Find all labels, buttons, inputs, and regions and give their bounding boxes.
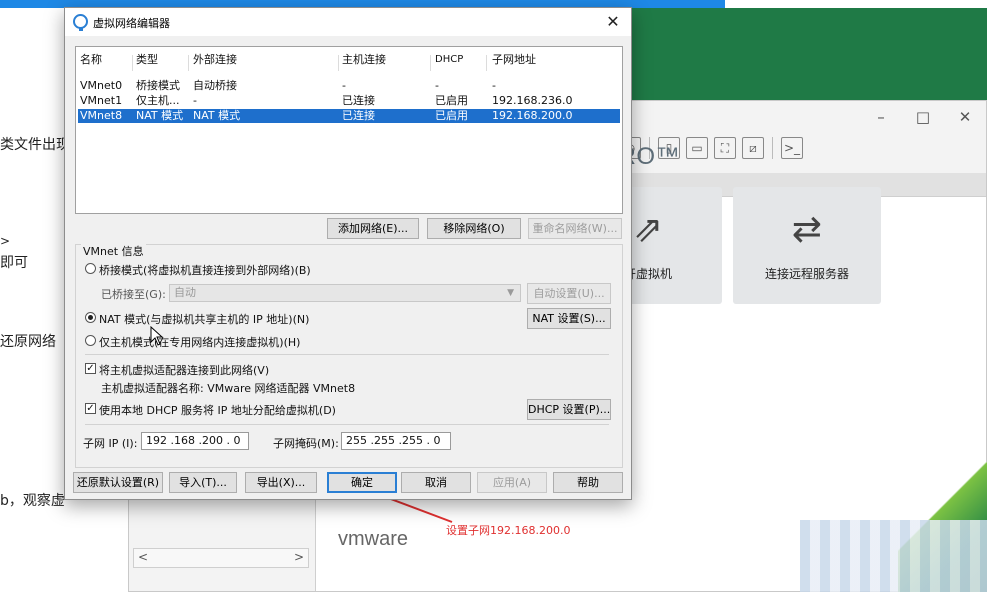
add-network-button[interactable]: 添加网络(E)... xyxy=(327,218,419,239)
row-subnet: - xyxy=(492,79,496,92)
nat-mode-label[interactable]: NAT 模式(与虚拟机共享主机的 IP 地址)(N) xyxy=(99,311,309,327)
column-header-name[interactable]: 名称 xyxy=(80,53,102,67)
bridged-mode-label[interactable]: 桥接模式(将虚拟机直接连接到外部网络)(B) xyxy=(99,262,311,278)
unity-icon[interactable]: ⧄ xyxy=(742,137,764,159)
bridged-to-select[interactable]: 自动 ▼ xyxy=(169,284,521,302)
network-row-vmnet0[interactable]: VMnet0 桥接模式 自动桥接 - - - xyxy=(78,79,620,93)
host-only-mode-radio[interactable] xyxy=(85,335,96,346)
nat-mode-radio[interactable] xyxy=(85,312,96,323)
maximize-icon[interactable]: □ xyxy=(909,107,937,127)
host-only-mode-label[interactable]: 仅主机模式(在专用网络内连接虚拟机)(H) xyxy=(99,334,300,350)
row-host: 已连接 xyxy=(342,109,375,122)
doc-text-line: 还原网络 xyxy=(0,334,56,350)
row-host: 已连接 xyxy=(342,94,375,107)
ok-button[interactable]: 确定 xyxy=(327,472,397,493)
cancel-button[interactable]: 取消 xyxy=(401,472,471,493)
scroll-left-icon[interactable]: < xyxy=(138,550,148,564)
row-dhcp: 已启用 xyxy=(435,94,468,107)
column-separator xyxy=(132,55,133,71)
row-type: NAT 模式 xyxy=(136,109,184,122)
doc-text-line: 类文件出现 xyxy=(0,137,70,153)
nat-settings-button[interactable]: NAT 设置(S)... xyxy=(527,308,611,329)
doc-text-line: 即可 xyxy=(0,255,28,271)
dialog-title: 虚拟网络编辑器 xyxy=(93,17,170,30)
bridged-to-value: 自动 xyxy=(174,286,196,299)
connect-server-icon: ⇄ xyxy=(791,209,823,250)
export-button[interactable]: 导出(X)... xyxy=(245,472,317,493)
help-button[interactable]: 帮助 xyxy=(553,472,623,493)
bridged-mode-radio[interactable] xyxy=(85,263,96,274)
vmnet-info-label: VMnet 信息 xyxy=(81,243,146,259)
column-separator xyxy=(338,55,339,71)
rename-network-button[interactable]: 重命名网络(W)... xyxy=(528,218,622,239)
row-name: VMnet8 xyxy=(80,109,123,122)
column-separator xyxy=(430,55,431,71)
network-globe-icon xyxy=(73,14,88,31)
library-scrollbar[interactable]: < > xyxy=(133,548,309,568)
mouse-cursor-icon xyxy=(150,326,164,346)
close-icon[interactable]: ✕ xyxy=(951,107,979,127)
network-list: 名称 类型 外部连接 主机连接 DHCP 子网地址 VMnet0 桥接模式 自动… xyxy=(75,46,623,214)
chevron-down-icon: ▼ xyxy=(507,288,514,298)
adapter-name-label: 主机虚拟适配器名称: VMware 网络适配器 VMnet8 xyxy=(101,382,356,395)
doc-text-line: > xyxy=(0,234,11,248)
minimize-icon[interactable]: – xyxy=(867,107,895,127)
annotation-text: 设置子网192.168.200.0 xyxy=(446,524,571,537)
row-type: 桥接模式 xyxy=(136,79,180,92)
auto-settings-button[interactable]: 自动设置(U)... xyxy=(527,283,611,304)
full-screen-icon[interactable]: ⛶ xyxy=(714,137,736,159)
doc-text-line: b，观察虚 xyxy=(0,493,65,509)
column-header-subnet[interactable]: 子网地址 xyxy=(492,53,536,67)
network-row-vmnet1[interactable]: VMnet1 仅主机... - 已连接 已启用 192.168.236.0 xyxy=(78,94,620,108)
subnet-ip-input[interactable]: 192 .168 .200 . 0 xyxy=(141,432,249,450)
row-name: VMnet1 xyxy=(80,94,123,107)
divider xyxy=(85,424,609,425)
row-external: NAT 模式 xyxy=(193,109,241,122)
column-header-external[interactable]: 外部连接 xyxy=(193,53,237,67)
import-button[interactable]: 导入(T)... xyxy=(169,472,237,493)
remove-network-button[interactable]: 移除网络(O) xyxy=(427,218,521,239)
row-dhcp: 已启用 xyxy=(435,109,468,122)
subnet-mask-input[interactable]: 255 .255 .255 . 0 xyxy=(341,432,451,450)
dialog-close-icon[interactable]: ✕ xyxy=(601,11,625,33)
subnet-ip-label: 子网 IP (I): xyxy=(83,437,138,450)
bridged-to-label: 已桥接至(G): xyxy=(101,288,166,301)
virtual-network-editor-dialog: 虚拟网络编辑器 ✕ 名称 类型 外部连接 主机连接 DHCP 子网地址 VMne… xyxy=(64,7,632,500)
blurred-region xyxy=(800,520,987,592)
column-header-type[interactable]: 类型 xyxy=(136,53,158,67)
row-type: 仅主机... xyxy=(136,94,180,107)
column-separator xyxy=(188,55,189,71)
dhcp-settings-button[interactable]: DHCP 设置(P)... xyxy=(527,399,611,420)
subnet-mask-label: 子网掩码(M): xyxy=(273,437,339,450)
divider xyxy=(85,354,609,355)
console-icon[interactable]: >_ xyxy=(781,137,803,159)
restore-defaults-button[interactable]: 还原默认设置(R) xyxy=(73,472,163,493)
row-dhcp: - xyxy=(435,79,439,92)
row-name: VMnet0 xyxy=(80,79,123,92)
vmware-green-header xyxy=(620,8,987,106)
thumbnail-bar-icon[interactable]: ▭ xyxy=(686,137,708,159)
scroll-right-icon[interactable]: > xyxy=(294,550,304,564)
connect-adapter-checkbox[interactable]: ✓ xyxy=(85,363,96,374)
network-row-vmnet8[interactable]: VMnet8 NAT 模式 NAT 模式 已连接 已启用 192.168.200… xyxy=(78,109,620,123)
row-subnet: 192.168.236.0 xyxy=(492,94,573,107)
dialog-titlebar: 虚拟网络编辑器 ✕ xyxy=(65,8,631,36)
use-dhcp-label[interactable]: 使用本地 DHCP 服务将 IP 地址分配给虚拟机(D) xyxy=(99,402,336,418)
tile-label: 连接远程服务器 xyxy=(764,267,849,281)
column-header-host[interactable]: 主机连接 xyxy=(342,53,386,67)
column-separator xyxy=(486,55,487,71)
connect-remote-server-tile[interactable]: ⇄ 连接远程服务器 xyxy=(733,187,881,304)
row-subnet: 192.168.200.0 xyxy=(492,109,573,122)
toolbar-separator xyxy=(772,137,773,159)
connect-adapter-label[interactable]: 将主机虚拟适配器连接到此网络(V) xyxy=(99,362,269,378)
apply-button[interactable]: 应用(A) xyxy=(477,472,547,493)
row-external: - xyxy=(193,94,197,107)
use-dhcp-checkbox[interactable]: ✓ xyxy=(85,403,96,414)
network-list-header: 名称 类型 外部连接 主机连接 DHCP 子网地址 xyxy=(78,53,620,71)
column-header-dhcp[interactable]: DHCP xyxy=(435,53,463,67)
row-host: - xyxy=(342,79,346,92)
row-external: 自动桥接 xyxy=(193,79,237,92)
vmware-logo: vmware xyxy=(338,528,409,550)
